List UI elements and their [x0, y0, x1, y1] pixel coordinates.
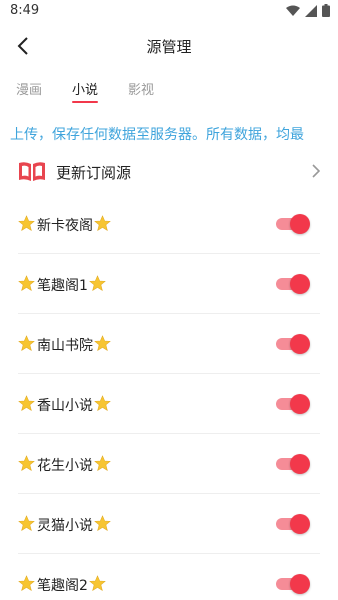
signal-icon [305, 4, 317, 17]
star-icon [94, 395, 111, 412]
status-time: 8:49 [10, 3, 40, 18]
source-row[interactable]: 笔趣阁2 [18, 554, 320, 600]
star-icon [94, 455, 111, 472]
toggle-knob [290, 454, 310, 474]
source-enabled-toggle[interactable] [276, 574, 310, 594]
source-enabled-toggle[interactable] [276, 334, 310, 354]
star-icon [18, 335, 35, 352]
tab-bar: 漫画 小说 影视 [0, 74, 338, 106]
tab-videos[interactable]: 影视 [128, 79, 154, 98]
source-row[interactable]: 香山小说 [18, 374, 320, 434]
source-enabled-toggle[interactable] [276, 514, 310, 534]
tab-novels[interactable]: 小说 [72, 79, 98, 98]
star-icon [94, 515, 111, 532]
star-icon [94, 335, 111, 352]
toggle-knob [290, 334, 310, 354]
source-row[interactable]: 南山书院 [18, 314, 320, 374]
source-enabled-toggle[interactable] [276, 394, 310, 414]
source-enabled-toggle[interactable] [276, 214, 310, 234]
star-icon [89, 575, 106, 592]
source-name: 花生小说 [37, 458, 93, 474]
status-bar: 8:49 [0, 0, 338, 24]
toggle-knob [290, 394, 310, 414]
active-tab-indicator [72, 101, 98, 103]
status-icons [286, 4, 330, 17]
source-name: 灵猫小说 [37, 518, 93, 534]
star-icon [18, 575, 35, 592]
source-row[interactable]: 灵猫小说 [18, 494, 320, 554]
source-name: 笔趣阁2 [37, 578, 88, 594]
page-title: 源管理 [146, 38, 192, 56]
update-subscription-label: 更新订阅源 [56, 164, 132, 182]
source-name: 新卡夜阁 [37, 218, 93, 234]
star-icon [18, 455, 35, 472]
toggle-knob [290, 274, 310, 294]
battery-icon [322, 4, 330, 17]
wifi-icon [286, 5, 300, 16]
notice-text: 上传，保存任何数据至服务器。所有数据，均最 [10, 127, 304, 143]
toggle-knob [290, 574, 310, 594]
star-icon [18, 275, 35, 292]
star-icon [18, 395, 35, 412]
source-name: 笔趣阁1 [37, 278, 88, 294]
source-list: 新卡夜阁笔趣阁1 南山书院香山小说花生小说灵猫小说笔趣阁2 [0, 194, 338, 600]
source-name: 南山书院 [37, 338, 93, 354]
source-row[interactable]: 新卡夜阁 [18, 194, 320, 254]
notice-marquee: 上传，保存任何数据至服务器。所有数据，均最 [0, 116, 338, 150]
star-icon [18, 215, 35, 232]
tab-comics[interactable]: 漫画 [16, 79, 42, 98]
source-enabled-toggle[interactable] [276, 274, 310, 294]
update-subscription-row[interactable]: 更新订阅源 [0, 152, 338, 192]
nav-bar: 源管理 [0, 24, 338, 68]
toggle-knob [290, 214, 310, 234]
star-icon [18, 515, 35, 532]
source-name: 香山小说 [37, 398, 93, 414]
star-icon [89, 275, 106, 292]
source-row[interactable]: 花生小说 [18, 434, 320, 494]
chevron-right-icon [312, 164, 320, 178]
book-icon [19, 162, 45, 181]
source-row[interactable]: 笔趣阁1 [18, 254, 320, 314]
source-enabled-toggle[interactable] [276, 454, 310, 474]
toggle-knob [290, 514, 310, 534]
star-icon [94, 215, 111, 232]
